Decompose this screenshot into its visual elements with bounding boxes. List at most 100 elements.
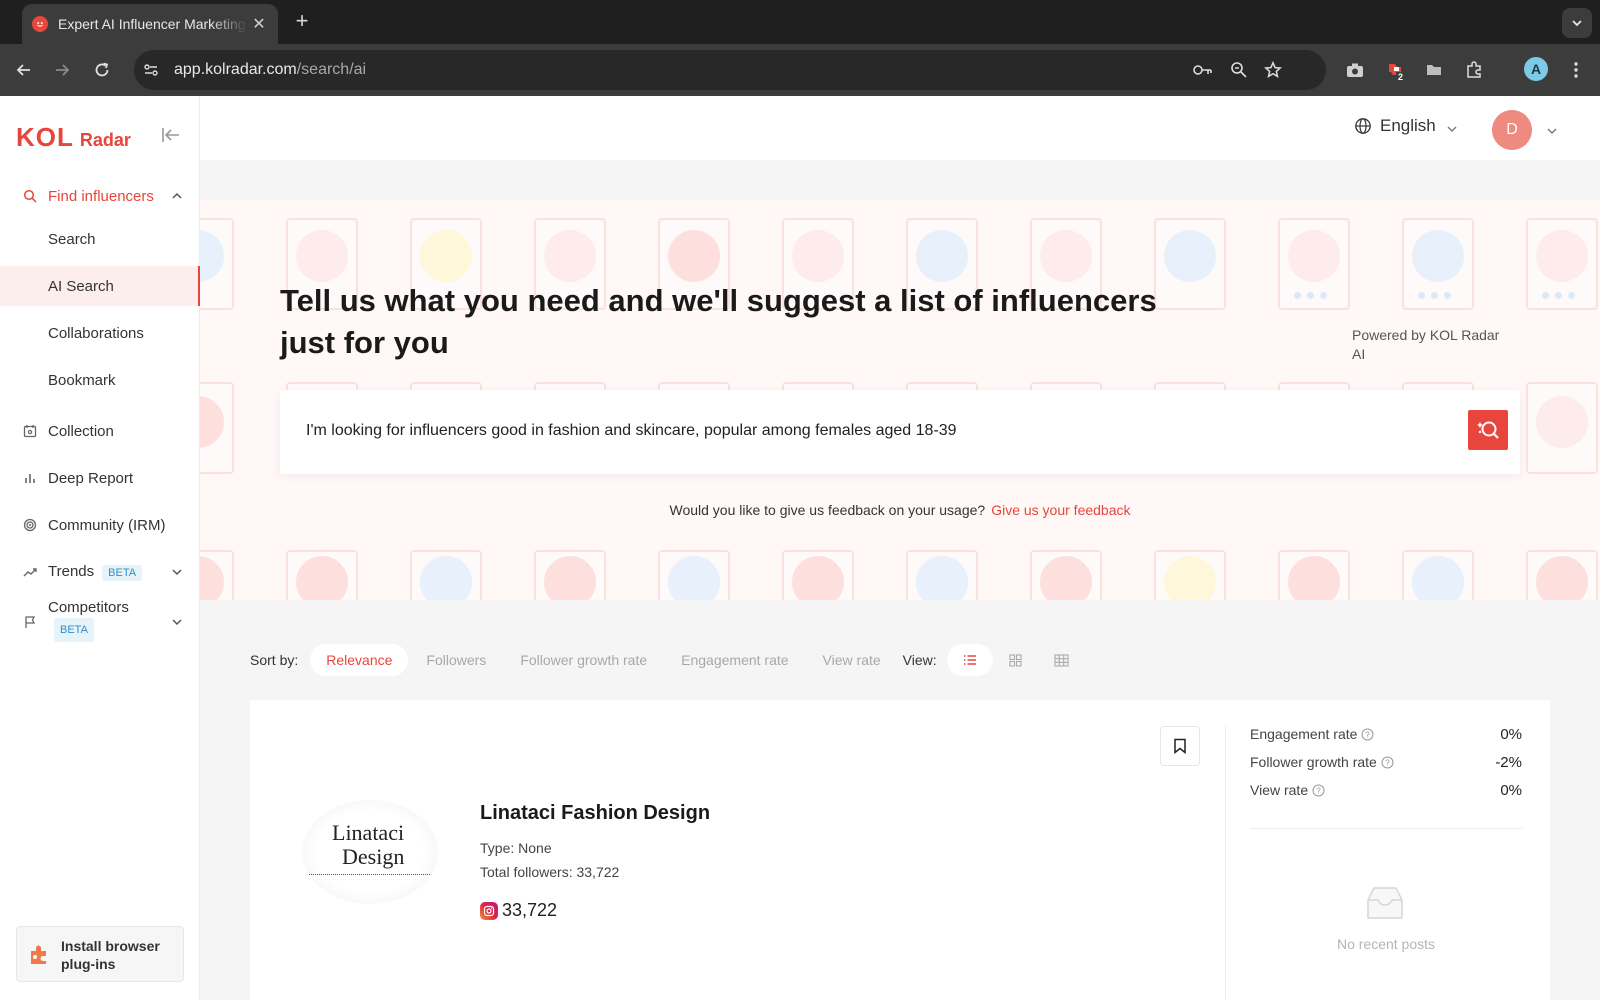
feedback-link[interactable]: Give us your feedback xyxy=(991,502,1130,518)
new-tab-icon[interactable]: + xyxy=(290,10,314,34)
influencer-type: Type: None xyxy=(480,840,552,856)
sidebar-item-bookmark[interactable]: Bookmark xyxy=(0,360,200,400)
close-tab-icon[interactable]: ✕ xyxy=(250,14,268,34)
bar-chart-icon xyxy=(22,470,38,486)
hero-pattern-dot xyxy=(1536,396,1588,448)
metric-follower-growth-rate: Follower growth rate ? -2% xyxy=(1250,754,1522,774)
reload-icon[interactable] xyxy=(88,56,116,84)
hero-pattern-dot xyxy=(668,556,720,600)
hero-pattern-dot xyxy=(1412,230,1464,282)
password-key-icon[interactable] xyxy=(1192,60,1214,80)
metric-label-text: View rate xyxy=(1250,782,1309,798)
svg-text:?: ? xyxy=(1316,786,1321,795)
forward-arrow-icon[interactable] xyxy=(48,56,76,84)
hero-pattern-dot xyxy=(1412,556,1464,600)
trend-up-icon xyxy=(22,564,38,580)
chevron-up-icon xyxy=(170,189,184,203)
sidebar-item-search[interactable]: Search xyxy=(0,219,200,259)
sort-option-engagement-rate[interactable]: Engagement rate xyxy=(665,644,804,676)
help-icon[interactable]: ? xyxy=(1312,784,1325,797)
search-icon xyxy=(22,188,38,204)
view-label: View: xyxy=(902,652,937,668)
extensions-puzzle-icon[interactable] xyxy=(1462,58,1486,82)
influencer-avatar[interactable]: Linataci Design xyxy=(302,800,438,904)
bookmark-star-icon[interactable] xyxy=(1262,60,1284,80)
puzzle-plugin-icon xyxy=(27,943,51,967)
sidebar-item-label: Search xyxy=(48,230,96,248)
hero-pattern-dot xyxy=(1536,230,1588,282)
sidebar-item-competitors[interactable]: Competitors BETA xyxy=(0,594,200,650)
sidebar-item-label: Competitors BETA xyxy=(48,598,129,642)
sidebar-item-deep-report[interactable]: Deep Report xyxy=(0,458,200,498)
bookmark-button[interactable] xyxy=(1160,726,1200,766)
hero-pattern-dot xyxy=(1040,230,1092,282)
list-view-button[interactable] xyxy=(946,644,993,676)
metric-value: 0% xyxy=(1500,726,1522,743)
help-icon[interactable]: ? xyxy=(1361,728,1374,741)
sort-option-relevance[interactable]: Relevance xyxy=(310,644,409,676)
bookmark-icon xyxy=(1174,738,1186,754)
hero-pattern-dot xyxy=(1288,556,1340,600)
influencer-name[interactable]: Linataci Fashion Design xyxy=(480,802,710,825)
sidebar-item-trends[interactable]: Trends BETA xyxy=(0,552,200,592)
powered-by-label: Powered by KOL Radar AI xyxy=(1352,327,1500,362)
metric-label-text: Engagement rate xyxy=(1250,726,1358,742)
sort-label: Sort by: xyxy=(250,652,299,668)
collection-icon xyxy=(22,423,38,439)
chevron-down-icon[interactable] xyxy=(1546,124,1558,136)
grid-view-button[interactable] xyxy=(993,644,1039,676)
avatar-fine-print-line xyxy=(306,874,438,876)
url-host: app.kolradar.com xyxy=(174,61,297,78)
collapse-sidebar-icon[interactable] xyxy=(160,124,182,146)
camera-extension-icon[interactable] xyxy=(1343,58,1367,82)
zoom-icon[interactable] xyxy=(1228,60,1250,80)
browser-menu-icon[interactable] xyxy=(1564,58,1588,82)
sort-option-follower-growth-rate[interactable]: Follower growth rate xyxy=(504,644,663,676)
browser-tab[interactable]: Expert AI Influencer Marketing ✕ xyxy=(22,4,278,44)
browser-profile-avatar[interactable]: A xyxy=(1524,57,1548,81)
table-view-button[interactable] xyxy=(1039,644,1085,676)
back-arrow-icon[interactable] xyxy=(10,56,38,84)
app-header: English D xyxy=(200,96,1600,160)
logo-kol-text: KOL xyxy=(16,122,74,152)
sort-option-followers[interactable]: Followers xyxy=(410,644,502,676)
sidebar-item-label: AI Search xyxy=(48,277,114,295)
flag-icon xyxy=(22,614,38,630)
url-path: /search/ai xyxy=(296,61,367,78)
kol-radar-logo[interactable]: KOL Radar xyxy=(16,122,131,153)
hero-pattern-dot xyxy=(544,556,596,600)
language-selector[interactable]: English xyxy=(1354,116,1458,136)
sidebar-item-label: Collaborations xyxy=(48,324,144,342)
address-bar[interactable]: app.kolradar.com/search/ai xyxy=(134,50,1326,90)
page-title: Tell us what you need and we'll suggest … xyxy=(280,283,1157,360)
tab-search-chevron-icon[interactable] xyxy=(1562,8,1592,38)
sidebar-item-collaborations[interactable]: Collaborations xyxy=(0,313,200,353)
influencer-total-followers: Total followers: 33,722 xyxy=(480,864,620,880)
hero-pattern-dot xyxy=(420,556,472,600)
instagram-follower-count: 33,722 xyxy=(502,900,558,920)
install-plugin-button[interactable]: Install browser plug-ins xyxy=(16,926,184,982)
hero-pattern-dots xyxy=(1294,292,1327,299)
sidebar-item-collection[interactable]: Collection xyxy=(0,411,200,451)
svg-text:?: ? xyxy=(1385,758,1390,767)
feedback-row: Would you like to give us feedback on yo… xyxy=(200,502,1600,518)
sidebar-item-ai-search[interactable]: AI Search xyxy=(0,266,200,306)
site-settings-icon[interactable] xyxy=(140,60,162,80)
sort-option-view-rate[interactable]: View rate xyxy=(807,644,897,676)
ai-search-input[interactable]: I'm looking for influencers good in fash… xyxy=(306,422,957,440)
folder-extension-icon[interactable] xyxy=(1422,58,1446,82)
card-divider xyxy=(1225,726,1226,1000)
help-icon[interactable]: ? xyxy=(1381,756,1394,769)
hero-pattern-dots xyxy=(1542,292,1575,299)
ai-search-button[interactable] xyxy=(1468,410,1508,450)
sidebar: KOL Radar Find influencers Search AI Sea… xyxy=(0,96,200,1000)
competitors-label: Competitors xyxy=(48,599,129,616)
browser-tab-strip: Expert AI Influencer Marketing ✕ + xyxy=(0,0,1600,44)
feedback-question: Would you like to give us feedback on yo… xyxy=(669,502,986,518)
sidebar-item-find-influencers[interactable]: Find influencers xyxy=(0,176,200,216)
sidebar-item-community[interactable]: Community (IRM) xyxy=(0,505,200,545)
ai-search-box[interactable]: I'm looking for influencers good in fash… xyxy=(280,390,1520,474)
user-avatar[interactable]: D xyxy=(1492,110,1532,150)
influencer-card[interactable]: Linataci Design Linataci Fashion Design … xyxy=(250,700,1550,1000)
hero-pattern-dot xyxy=(792,556,844,600)
